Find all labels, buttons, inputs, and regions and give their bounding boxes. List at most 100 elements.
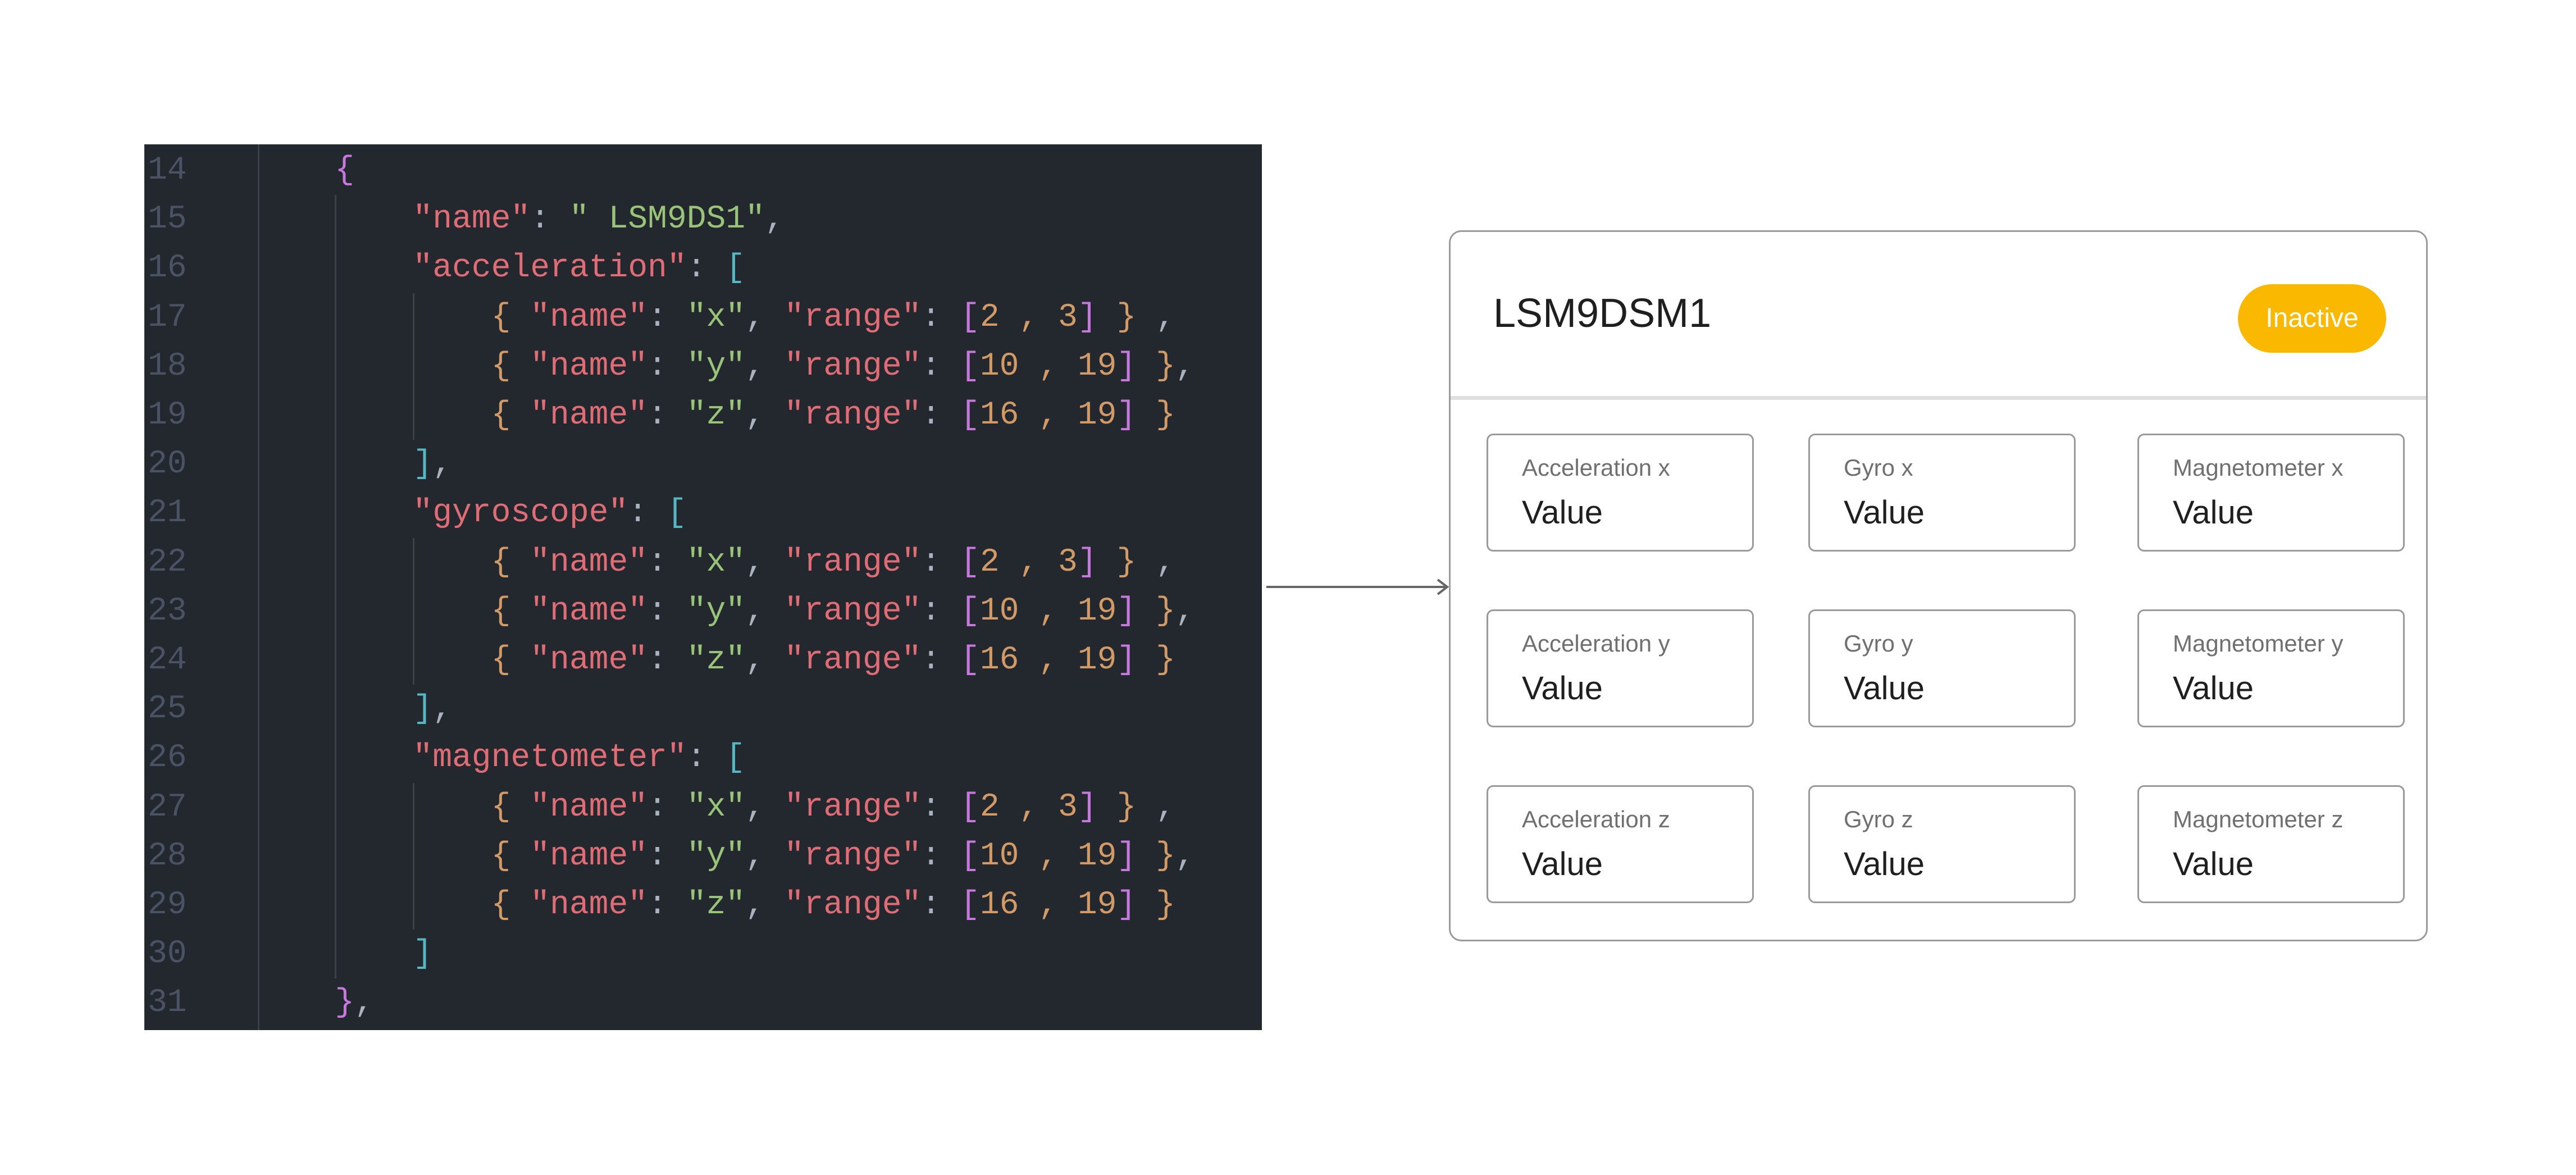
code-token: 2 , 3 <box>979 789 1078 826</box>
code-token: : <box>686 740 726 777</box>
code-token: ] <box>413 446 433 483</box>
code-token: 16 , 19 <box>979 887 1117 923</box>
sensor-value-tile: Acceleration z Value <box>1487 785 1754 903</box>
code-text: "acceleration": [ <box>413 244 745 293</box>
line-number: 28 <box>148 837 187 875</box>
code-token: : <box>921 348 960 385</box>
code-token: "name" <box>530 642 648 678</box>
code-token: : <box>921 837 960 875</box>
line-number: 18 <box>148 348 187 385</box>
line-number: 14 <box>148 152 187 189</box>
code-token: { <box>491 544 531 581</box>
code-token: 16 , 19 <box>979 642 1117 678</box>
code-token: ] <box>1116 593 1137 630</box>
code-token: ] <box>1116 642 1137 678</box>
code-token: [ <box>667 495 687 532</box>
code-token: ] <box>1077 299 1097 336</box>
code-text: { "name": "x", "range": [2 , 3] } , <box>491 783 1175 832</box>
code-token: , <box>1175 837 1195 875</box>
code-token: , <box>745 299 785 336</box>
code-token: , <box>745 887 785 923</box>
code-token: { <box>335 152 354 189</box>
code-token: : <box>648 299 687 336</box>
tile-value: Value <box>1844 846 1925 882</box>
tile-value: Value <box>2173 670 2254 707</box>
json-code-editor: 14 {15 "name": " LSM9DS1", 16 "acceleration"… <box>144 144 1262 1030</box>
code-text: ], <box>413 440 452 489</box>
code-token: , <box>1175 348 1195 385</box>
sensor-value-tile: Magnetometer z Value <box>2137 785 2405 903</box>
code-text: ] <box>413 930 432 978</box>
code-token: , <box>1136 544 1175 581</box>
code-token: "x" <box>686 789 746 826</box>
sensor-value-tile: Magnetometer x Value <box>2137 434 2405 552</box>
code-token: } <box>1097 789 1137 826</box>
code-text: { "name": "z", "range": [16 , 19] } <box>491 881 1175 930</box>
line-number: 26 <box>148 740 187 777</box>
arrow-right-icon <box>1266 579 1449 595</box>
code-token: , <box>1175 593 1195 630</box>
code-token: "range" <box>784 837 922 875</box>
code-token: 2 , 3 <box>979 544 1078 581</box>
sensor-value-tile: Gyro x Value <box>1808 434 2076 552</box>
tile-label: Gyro y <box>1844 630 1913 657</box>
sensor-value-tile: Acceleration x Value <box>1487 434 1754 552</box>
code-token: [ <box>960 299 980 336</box>
code-token: [ <box>960 789 980 826</box>
code-token: } <box>1097 299 1137 336</box>
sensor-value-tile: Gyro z Value <box>1808 785 2076 903</box>
code-token: , <box>1136 299 1175 336</box>
sensor-card: LSM9DSM1 Inactive Acceleration x Value Gyr… <box>1449 230 2428 941</box>
code-token: "range" <box>784 348 922 385</box>
gutter-divider <box>258 144 259 1030</box>
code-text: { "name": "y", "range": [10 , 19] }, <box>491 342 1195 391</box>
tile-label: Magnetometer y <box>2173 630 2344 657</box>
line-number: 17 <box>148 299 187 336</box>
code-token: [ <box>960 397 980 434</box>
code-token: ] <box>413 936 433 973</box>
code-token: , <box>764 201 785 238</box>
line-number: 25 <box>148 691 187 728</box>
code-token: ] <box>1077 789 1097 826</box>
code-token: } <box>335 985 354 1022</box>
code-token: "range" <box>784 397 922 434</box>
line-number: 20 <box>148 446 187 483</box>
code-token: { <box>491 642 531 678</box>
code-token: } <box>1136 348 1175 385</box>
code-token: 10 , 19 <box>979 837 1117 875</box>
code-text: "name": " LSM9DS1", <box>413 195 784 244</box>
line-number: 23 <box>148 593 187 630</box>
code-token: , <box>354 985 374 1022</box>
indent-guide <box>335 195 337 979</box>
code-token: : <box>648 397 687 434</box>
code-token: : <box>921 593 960 630</box>
code-text: { "name": "y", "range": [10 , 19] }, <box>491 587 1195 636</box>
header-divider <box>1451 396 2426 400</box>
code-token: } <box>1136 397 1175 434</box>
code-token: , <box>745 593 785 630</box>
code-token: : <box>648 593 687 630</box>
sensor-value-tile: Magnetometer y Value <box>2137 609 2405 727</box>
code-token: 10 , 19 <box>979 348 1117 385</box>
line-number: 27 <box>148 789 187 826</box>
code-token: ] <box>1116 348 1137 385</box>
code-token: : <box>921 789 960 826</box>
code-token: "z" <box>686 887 746 923</box>
code-text: { "name": "z", "range": [16 , 19] } <box>491 391 1175 440</box>
code-text: "gyroscope": [ <box>413 489 686 538</box>
code-token: : <box>921 887 960 923</box>
status-badge: Inactive <box>2238 284 2386 353</box>
indent-guide <box>413 782 415 930</box>
code-token: "x" <box>686 299 746 336</box>
code-token: : <box>530 201 569 238</box>
code-token: { <box>491 887 531 923</box>
code-text: { "name": "y", "range": [10 , 19] }, <box>491 832 1195 881</box>
code-token: [ <box>960 593 980 630</box>
line-number: 30 <box>148 936 187 973</box>
code-token: 10 , 19 <box>979 593 1117 630</box>
code-token: { <box>491 593 531 630</box>
code-text: }, <box>335 978 374 1027</box>
code-token: "y" <box>686 348 746 385</box>
line-number: 29 <box>148 887 187 923</box>
code-token: { <box>491 348 531 385</box>
